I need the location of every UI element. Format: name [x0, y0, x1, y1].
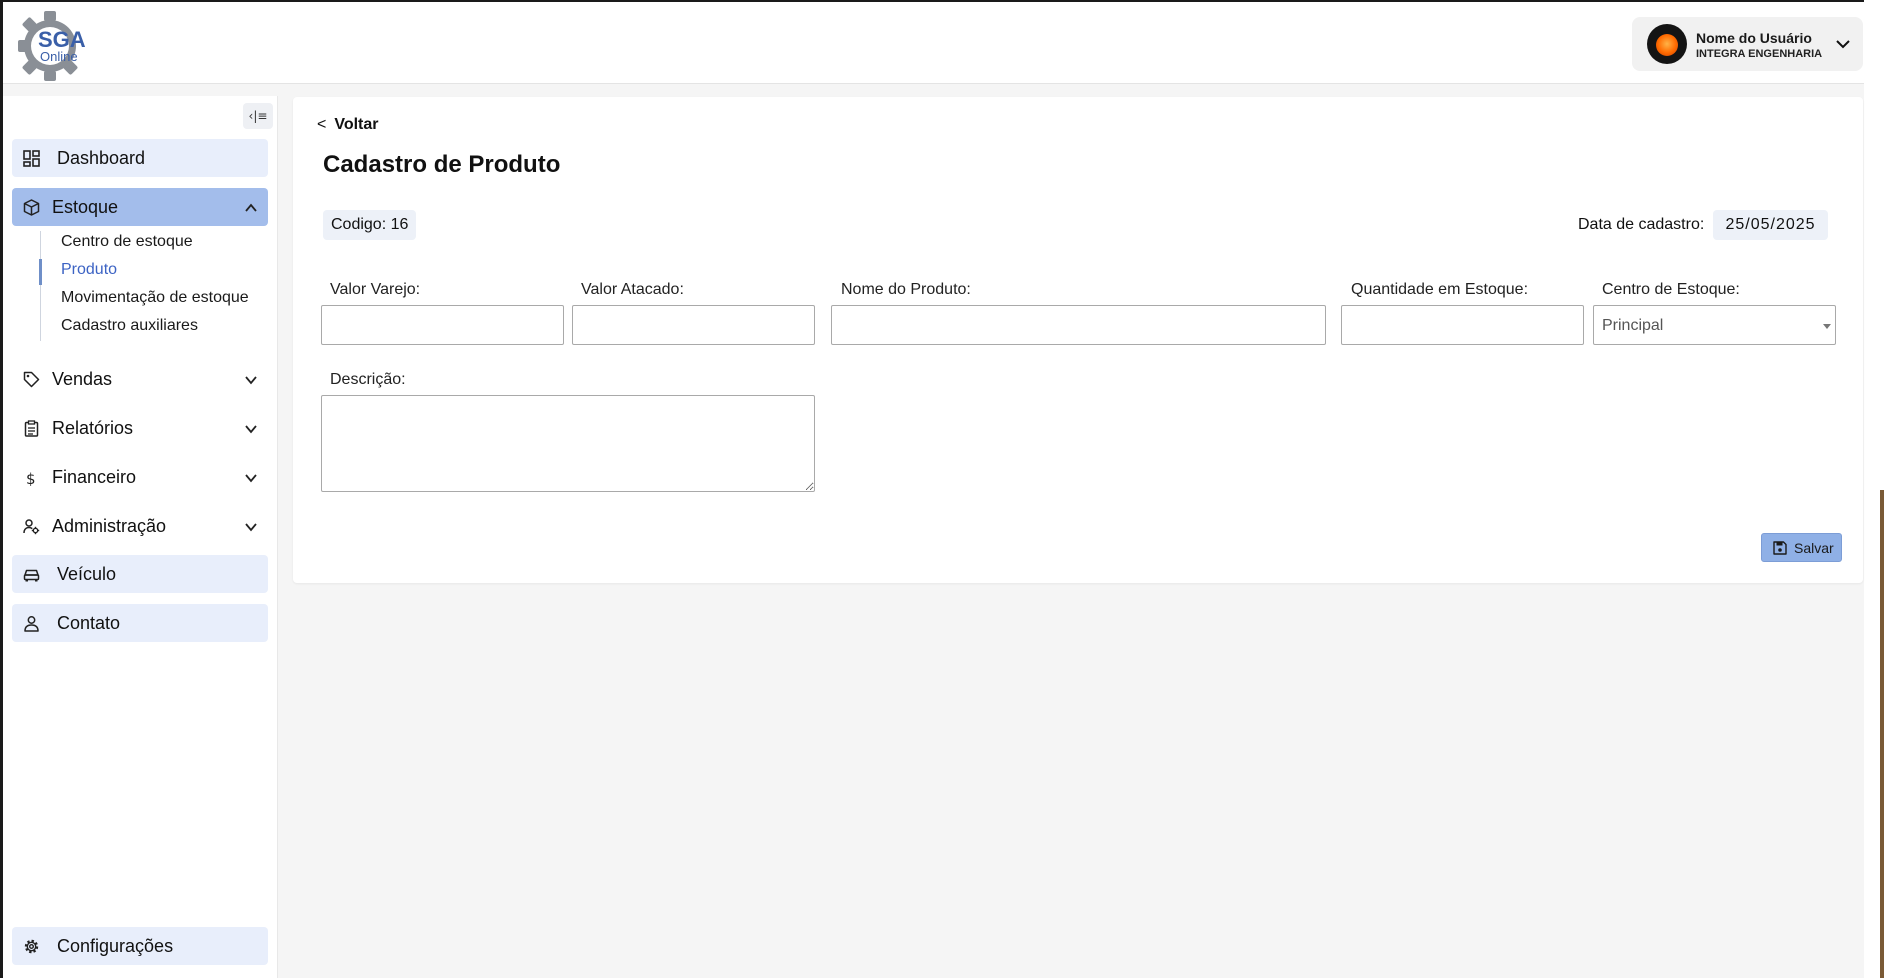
sidebar-item-label: Configurações [57, 936, 174, 956]
nome-produto-input[interactable] [831, 305, 1326, 345]
dropdown-arrow-icon [1823, 324, 1831, 329]
sidebar-item-label: Contato [57, 613, 121, 633]
page-title: Cadastro de Produto [323, 151, 561, 178]
chevron-down-icon[interactable] [1835, 36, 1851, 52]
floppy-disk-icon [1773, 541, 1787, 555]
descricao-label: Descrição: [330, 371, 406, 388]
product-form-card: < Voltar Cadastro de Produto Codigo: 16 D… [293, 97, 1863, 583]
back-label: Voltar [334, 116, 379, 133]
gear-icon [24, 939, 39, 954]
svg-text:$: $ [26, 470, 36, 486]
valor-varejo-input[interactable] [321, 305, 564, 345]
window-frame-right [1864, 0, 1884, 978]
submenu-item-centro-de-estoque[interactable]: Centro de estoque [61, 233, 193, 251]
quantidade-estoque-input[interactable] [1341, 305, 1584, 345]
sidebar: ‹|≡ Dashboard Estoque Centro de estoque … [3, 96, 278, 978]
sidebar-item-estoque[interactable]: Estoque [12, 188, 268, 226]
sidebar-item-contato[interactable]: Contato [12, 604, 268, 642]
box-icon [23, 199, 40, 216]
nome-produto-label: Nome do Produto: [841, 281, 971, 298]
sidebar-item-veiculo[interactable]: Veículo [12, 555, 268, 593]
avatar-image [1656, 34, 1678, 56]
sidebar-item-label: Vendas [52, 369, 113, 389]
sidebar-item-financeiro[interactable]: $ Financeiro [12, 458, 268, 496]
chevron-down-icon [245, 376, 257, 385]
sidebar-item-administracao[interactable]: Administração [12, 507, 268, 545]
sidebar-item-vendas[interactable]: Vendas [12, 360, 268, 398]
top-header: SGA Online Nome do Usuário INTEGRA ENGEN… [3, 2, 1864, 84]
user-menu[interactable]: Nome do Usuário INTEGRA ENGENHARIA [1632, 17, 1863, 71]
descricao-textarea[interactable] [321, 395, 815, 492]
sidebar-item-label: Dashboard [57, 148, 146, 168]
chevron-down-icon [245, 523, 257, 532]
dashboard-icon [23, 150, 40, 167]
chevron-down-icon [245, 474, 257, 483]
back-arrow-icon: < [317, 116, 327, 133]
submenu-item-cadastro-auxiliares[interactable]: Cadastro auxiliares [61, 317, 198, 335]
back-link[interactable]: < Voltar [317, 116, 379, 134]
valor-atacado-label: Valor Atacado: [581, 281, 684, 298]
car-icon [23, 569, 40, 582]
sidebar-item-relatorios[interactable]: Relatórios [12, 409, 268, 447]
sidebar-item-configuracoes[interactable]: Configurações [12, 927, 268, 965]
registration-date-value: 25/05/2025 [1713, 210, 1828, 240]
centro-estoque-label: Centro de Estoque: [1602, 281, 1740, 298]
submenu-rail [40, 231, 41, 341]
submenu-item-movimentacao-de-estoque[interactable]: Movimentação de estoque [61, 289, 249, 307]
save-button-label: Salvar [1794, 540, 1834, 556]
valor-varejo-label: Valor Varejo: [330, 281, 421, 298]
sidebar-item-label: Financeiro [52, 467, 137, 487]
sidebar-item-label: Relatórios [52, 418, 134, 438]
sidebar-item-label: Estoque [52, 197, 119, 217]
submenu-active-indicator [39, 259, 42, 285]
person-icon [24, 616, 39, 632]
centro-estoque-select[interactable]: Principal [1593, 305, 1836, 345]
registration-date-label: Data de cadastro: [1578, 216, 1705, 233]
user-gear-icon [23, 519, 40, 535]
centro-estoque-selected: Principal [1602, 317, 1664, 334]
sidebar-item-label: Administração [52, 516, 167, 536]
sidebar-item-label: Veículo [57, 564, 117, 584]
sidebar-collapse-button[interactable]: ‹|≡ [243, 103, 273, 129]
user-name: Nome do Usuário [1696, 30, 1812, 46]
tag-icon [23, 371, 40, 388]
user-company: INTEGRA ENGENHARIA [1696, 48, 1823, 60]
avatar [1647, 24, 1687, 64]
submenu-item-produto[interactable]: Produto [61, 261, 117, 279]
chevron-down-icon [245, 425, 257, 434]
dollar-icon: $ [26, 470, 36, 486]
valor-atacado-input[interactable] [572, 305, 815, 345]
quantidade-estoque-label: Quantidade em Estoque: [1351, 281, 1529, 298]
estoque-submenu: Centro de estoque Produto Movimentação d… [39, 231, 270, 341]
sga-logo: SGA Online [18, 11, 86, 81]
clipboard-icon [24, 420, 39, 437]
product-code-badge: Codigo: 16 [323, 210, 417, 240]
desktop-background [1880, 490, 1884, 978]
sidebar-item-dashboard[interactable]: Dashboard [12, 139, 268, 177]
svg-text:Online: Online [40, 49, 78, 64]
chevron-up-icon [245, 203, 257, 212]
save-button[interactable]: Salvar [1761, 533, 1842, 562]
